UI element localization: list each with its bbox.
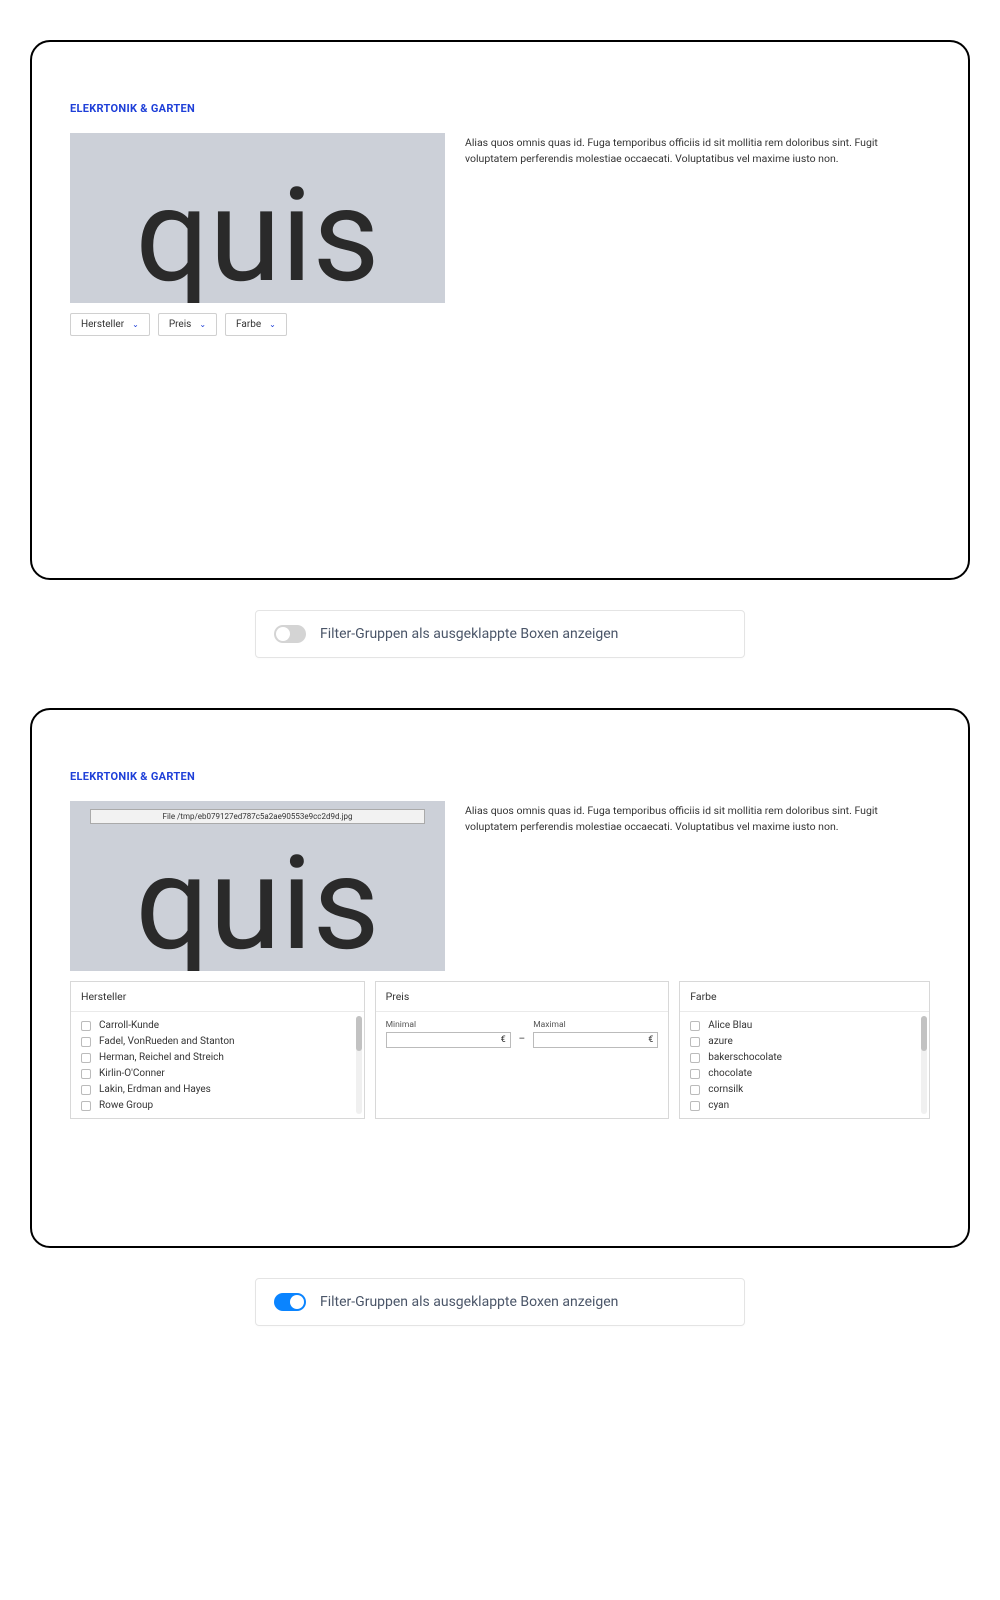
- hero-image: File /tmp/eb079127ed787c5a2ae90553e9cc2d…: [70, 801, 445, 971]
- checkbox-icon[interactable]: [690, 1069, 700, 1079]
- filter-boxes-row: Hersteller Carroll-Kunde Fadel, VonRuede…: [70, 981, 930, 1119]
- filter-box-header: Hersteller: [71, 982, 364, 1012]
- category-description: Alias quos omnis quas id. Fuga temporibu…: [465, 133, 930, 167]
- chevron-down-icon: ⌄: [199, 320, 206, 329]
- currency-label: €: [501, 1035, 506, 1045]
- filter-box-body: Carroll-Kunde Fadel, VonRueden and Stant…: [71, 1012, 364, 1118]
- currency-label: €: [648, 1035, 653, 1045]
- checkbox-label: Kirlin-O'Conner: [99, 1068, 165, 1079]
- checkbox-label: Carroll-Kunde: [99, 1020, 159, 1031]
- checkbox-label: Alice Blau: [708, 1020, 752, 1031]
- checkbox-icon[interactable]: [81, 1037, 91, 1047]
- toggle-label: Filter-Gruppen als ausgeklappte Boxen an…: [320, 626, 618, 642]
- dropdown-label: Preis: [169, 319, 192, 330]
- list-item[interactable]: cyan: [690, 1100, 919, 1111]
- checkbox-icon[interactable]: [690, 1085, 700, 1095]
- category-title: ELEKRTONIK & GARTEN: [70, 770, 930, 783]
- dropdown-label: Hersteller: [81, 319, 124, 330]
- dropdown-label: Farbe: [236, 319, 261, 330]
- scrollbar-thumb[interactable]: [356, 1016, 362, 1051]
- list-item[interactable]: Kirlin-O'Conner: [81, 1068, 354, 1079]
- checkbox-icon[interactable]: [81, 1021, 91, 1031]
- hero-image: quis: [70, 133, 445, 303]
- chevron-down-icon: ⌄: [269, 320, 276, 329]
- price-min-input-wrap: €: [386, 1032, 511, 1048]
- checkbox-icon[interactable]: [690, 1037, 700, 1047]
- filter-box-body: Minimal € – Maximal €: [376, 1012, 669, 1118]
- preis-filter-box: Preis Minimal € – Maximal: [375, 981, 670, 1119]
- checkbox-icon[interactable]: [81, 1053, 91, 1063]
- filter-box-header: Farbe: [680, 982, 929, 1012]
- checkbox-icon[interactable]: [81, 1085, 91, 1095]
- content-row: quis Alias quos omnis quas id. Fuga temp…: [70, 133, 930, 303]
- checkbox-label: Rowe Group: [99, 1100, 153, 1111]
- checkbox-icon[interactable]: [690, 1053, 700, 1063]
- checkbox-label: cornsilk: [708, 1084, 743, 1095]
- price-max-label: Maximal: [533, 1020, 658, 1030]
- scrollbar[interactable]: [921, 1016, 927, 1114]
- toggle-knob: [276, 627, 290, 641]
- expand-filter-toggle[interactable]: [274, 1293, 306, 1311]
- scrollbar-thumb[interactable]: [921, 1016, 927, 1051]
- category-title: ELEKRTONIK & GARTEN: [70, 102, 930, 115]
- hero-text: quis: [135, 184, 379, 288]
- checkbox-label: bakerschocolate: [708, 1052, 782, 1063]
- toggle-bar-on: Filter-Gruppen als ausgeklappte Boxen an…: [255, 1278, 745, 1326]
- checkbox-icon[interactable]: [81, 1101, 91, 1111]
- hersteller-filter-box: Hersteller Carroll-Kunde Fadel, VonRuede…: [70, 981, 365, 1119]
- expand-filter-toggle[interactable]: [274, 625, 306, 643]
- list-item[interactable]: Lakin, Erdman and Hayes: [81, 1084, 354, 1095]
- preis-dropdown[interactable]: Preis ⌄: [158, 313, 217, 336]
- price-max-input[interactable]: [538, 1035, 648, 1045]
- farbe-dropdown[interactable]: Farbe ⌄: [225, 313, 287, 336]
- list-item[interactable]: Herman, Reichel and Streich: [81, 1052, 354, 1063]
- checkbox-icon[interactable]: [690, 1021, 700, 1031]
- filter-dropdown-row: Hersteller ⌄ Preis ⌄ Farbe ⌄: [70, 313, 930, 336]
- checkbox-label: azure: [708, 1036, 733, 1047]
- checkbox-label: cyan: [708, 1100, 729, 1111]
- toggle-label: Filter-Gruppen als ausgeklappte Boxen an…: [320, 1294, 618, 1310]
- price-min-input[interactable]: [391, 1035, 501, 1045]
- content-row: File /tmp/eb079127ed787c5a2ae90553e9cc2d…: [70, 801, 930, 971]
- price-range-dash: –: [519, 1034, 526, 1048]
- checkbox-label: Fadel, VonRueden and Stanton: [99, 1036, 235, 1047]
- list-item[interactable]: Alice Blau: [690, 1020, 919, 1031]
- preview-panel-collapsed: ELEKRTONIK & GARTEN quis Alias quos omni…: [30, 40, 970, 580]
- list-item[interactable]: cornsilk: [690, 1084, 919, 1095]
- hero-text: quis: [135, 852, 379, 956]
- scrollbar[interactable]: [356, 1016, 362, 1114]
- filter-box-header: Preis: [376, 982, 669, 1012]
- checkbox-label: Lakin, Erdman and Hayes: [99, 1084, 211, 1095]
- chevron-down-icon: ⌄: [132, 320, 139, 329]
- checkbox-icon[interactable]: [81, 1069, 91, 1079]
- farbe-filter-box: Farbe Alice Blau azure bakerschocolate c…: [679, 981, 930, 1119]
- price-range: Minimal € – Maximal €: [386, 1020, 659, 1048]
- list-item[interactable]: Rowe Group: [81, 1100, 354, 1111]
- preview-panel-expanded: ELEKRTONIK & GARTEN File /tmp/eb079127ed…: [30, 708, 970, 1248]
- checkbox-icon[interactable]: [690, 1101, 700, 1111]
- list-item[interactable]: bakerschocolate: [690, 1052, 919, 1063]
- list-item[interactable]: azure: [690, 1036, 919, 1047]
- price-min-label: Minimal: [386, 1020, 511, 1030]
- toggle-bar-off: Filter-Gruppen als ausgeklappte Boxen an…: [255, 610, 745, 658]
- list-item[interactable]: Carroll-Kunde: [81, 1020, 354, 1031]
- list-item[interactable]: Fadel, VonRueden and Stanton: [81, 1036, 354, 1047]
- filter-box-body: Alice Blau azure bakerschocolate chocola…: [680, 1012, 929, 1118]
- checkbox-label: chocolate: [708, 1068, 752, 1079]
- category-description: Alias quos omnis quas id. Fuga temporibu…: [465, 801, 930, 835]
- file-path-chip: File /tmp/eb079127ed787c5a2ae90553e9cc2d…: [90, 809, 425, 824]
- price-max-input-wrap: €: [533, 1032, 658, 1048]
- list-item[interactable]: chocolate: [690, 1068, 919, 1079]
- checkbox-label: Herman, Reichel and Streich: [99, 1052, 224, 1063]
- hersteller-dropdown[interactable]: Hersteller ⌄: [70, 313, 150, 336]
- toggle-knob: [290, 1295, 304, 1309]
